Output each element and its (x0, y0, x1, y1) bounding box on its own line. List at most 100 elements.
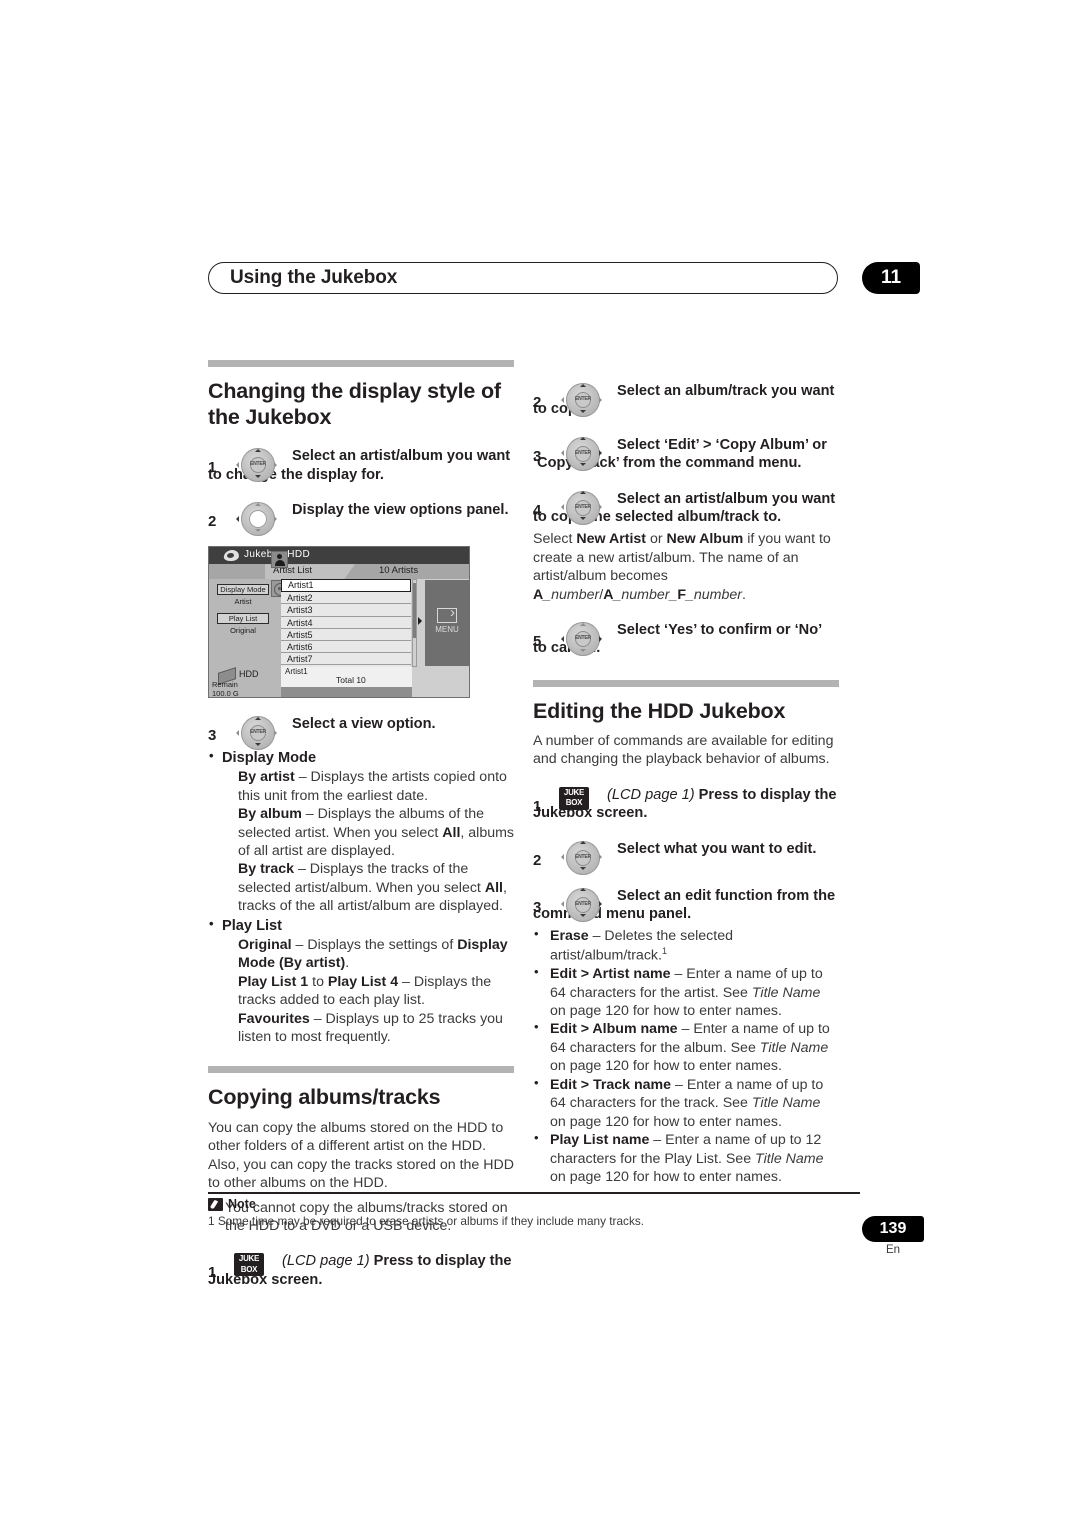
manual-page: Using the Jukebox 11 Changing the displa… (0, 0, 1080, 1528)
page-number: 139 (862, 1216, 924, 1242)
right-arrow-icon (418, 617, 422, 626)
copying-intro: You can copy the albums stored on the HD… (208, 1119, 514, 1192)
note-rule (208, 1192, 860, 1194)
list-item: Play List name – Enter a name of up to 1… (533, 1130, 839, 1186)
jukebox-screen-illustration: Jukebox HDD Artist List 10 Artists Displ… (208, 546, 470, 699)
step-edit-3: 3 ENTER Select an edit function from the… (533, 887, 839, 924)
display-mode-value: Artist (234, 597, 252, 607)
definition-original: Original – Displays the settings of Disp… (238, 936, 508, 972)
option-group-play-list: Play List (208, 916, 514, 936)
definition-by-artist: By artist – Displays the artists copied … (238, 769, 507, 804)
artist-list: Artist1 Artist2 Artist3 Artist4 Artist5 … (281, 579, 411, 668)
dpad-enter-icon: ENTER (234, 714, 280, 754)
note-heading: Note (208, 1197, 860, 1212)
chapter-number-badge: 11 (862, 262, 920, 294)
step-number: 2 (208, 513, 217, 531)
section-rule (533, 679, 839, 687)
menu-panel: MENU (425, 580, 469, 667)
dpad-enter-icon: ENTER (559, 435, 605, 475)
play-list-value: Original (230, 626, 256, 636)
definition-by-album: By album – Displays the albums of the se… (238, 806, 515, 859)
step-copy-2: 2 ENTER Select an album/track you want t… (533, 382, 839, 419)
artist-count-label: 10 Artists (379, 565, 419, 577)
left-column: Changing the display style of the Jukebo… (208, 360, 514, 1293)
right-column: 2 ENTER Select an album/track you want t… (533, 360, 839, 1187)
section-rule (208, 360, 514, 367)
step-number: 3 (208, 727, 217, 745)
running-header: Using the Jukebox 11 (208, 262, 920, 296)
step-change-display-1: 1 ENTER Select an artist/album you want … (208, 447, 514, 484)
dpad-hollow-icon (234, 500, 280, 540)
screen-tabbar: Artist List 10 Artists (209, 564, 469, 580)
note-block: Note 1 Some time may be required to eras… (208, 1192, 860, 1230)
page-title: Using the Jukebox (230, 267, 398, 288)
play-list-label: Play List (217, 613, 269, 625)
step-number: 1 (208, 1264, 217, 1282)
dpad-enter-icon: ENTER (559, 839, 605, 879)
definition-by-track: By track – Displays the tracks of the se… (238, 861, 507, 915)
jukebox-logo-icon (223, 550, 240, 562)
section-heading-editing: Editing the HDD Jukebox (533, 698, 786, 723)
page-folio: 139 En (862, 1216, 924, 1256)
list-item: Artist1 (281, 579, 411, 593)
list-scrollbar (412, 579, 417, 668)
display-mode-label: Display Mode (217, 584, 269, 596)
dpad-enter-icon: ENTER (234, 446, 280, 486)
now-artist: Artist1 (285, 667, 308, 677)
hdd-status-panel: HDD Remain 100.0 G (209, 667, 281, 698)
step-number: 3 (533, 898, 542, 916)
dpad-enter-icon: ENTER (559, 381, 605, 421)
section-heading-copying: Copying albums/tracks (208, 1085, 441, 1110)
total-label: Total 10 (336, 675, 366, 686)
list-item: Artist5 (281, 629, 411, 641)
option-group-display-mode: Display Mode (208, 748, 514, 768)
step-copy-1: 1 JUKE BOX (LCD page 1) Press to display … (208, 1252, 514, 1289)
section-rule (208, 1066, 514, 1074)
definition-favourites: Favourites – Displays up to 25 tracks yo… (238, 1010, 503, 1046)
artist-person-icon (271, 551, 288, 569)
hdd-label: HDD (239, 669, 259, 680)
juke-box-key-icon: JUKE BOX (234, 1253, 264, 1277)
dpad-enter-icon: ENTER (559, 886, 605, 926)
list-item: Artist3 (281, 604, 411, 617)
note-footnote-text: 1 Some time may be required to erase art… (208, 1214, 645, 1228)
step-copy-4: 4 ENTER Select an artist/album you want … (533, 490, 839, 527)
step-change-display-2: 2 Display the view options panel. (208, 501, 514, 537)
edit-functions-list: Erase – Deletes the selected artist/albu… (533, 926, 839, 1186)
hdd-remain: Remain 100.0 G (212, 680, 239, 698)
list-item: Artist7 (281, 653, 411, 666)
dpad-enter-icon: ENTER (559, 489, 605, 529)
step-copy-3: 3 ENTER Select ‘Edit’ > ‘Copy Album’ or … (533, 436, 839, 473)
menu-arrow-icon (437, 604, 457, 624)
step-number: 1 (533, 797, 542, 815)
step-number: 3 (533, 447, 542, 465)
step-number: 2 (533, 394, 542, 411)
juke-box-key-icon: JUKE BOX (559, 786, 589, 810)
editing-intro: A number of commands are available for e… (533, 733, 834, 768)
definition-play-lists: Play List 1 to Play List 4 – Displays th… (238, 973, 492, 1009)
now-playing-bar: Artist1 Total 10 (281, 667, 412, 688)
list-item: Artist6 (281, 641, 411, 654)
section-heading-display-style: Changing the display style of the Jukebo… (208, 379, 501, 430)
menu-label: MENU (435, 625, 459, 635)
list-item: Erase – Deletes the selected artist/albu… (533, 926, 839, 965)
step-edit-1: 1 JUKE BOX (LCD page 1) Press to display … (533, 786, 839, 823)
bottom-strip (281, 687, 412, 698)
dpad-enter-icon: ENTER (559, 620, 605, 660)
step-number: 1 (208, 459, 217, 477)
step-number: 5 (533, 633, 542, 651)
note-heading-text: Note (228, 1197, 256, 1211)
list-item: Artist4 (281, 617, 411, 629)
list-item: Artist2 (281, 592, 411, 605)
step-change-display-3: 3 ENTER Select a view option. (208, 715, 514, 751)
list-item: Edit > Artist name – Enter a name of up … (533, 964, 839, 1020)
step-copy-5: 5 ENTER Select ‘Yes’ to confirm or ‘No’ … (533, 621, 839, 658)
step-number: 4 (533, 501, 542, 519)
screen-titlebar: Jukebox HDD (209, 547, 469, 565)
note-pencil-icon (208, 1198, 223, 1211)
step-edit-2: 2 ENTER Select what you want to edit. (533, 840, 839, 875)
list-item: Edit > Album name – Enter a name of up t… (533, 1019, 839, 1075)
step-number: 2 (533, 851, 542, 869)
step4-note: Select New Artist or New Album if you wa… (533, 531, 831, 603)
list-item: Edit > Track name – Enter a name of up t… (533, 1075, 839, 1131)
